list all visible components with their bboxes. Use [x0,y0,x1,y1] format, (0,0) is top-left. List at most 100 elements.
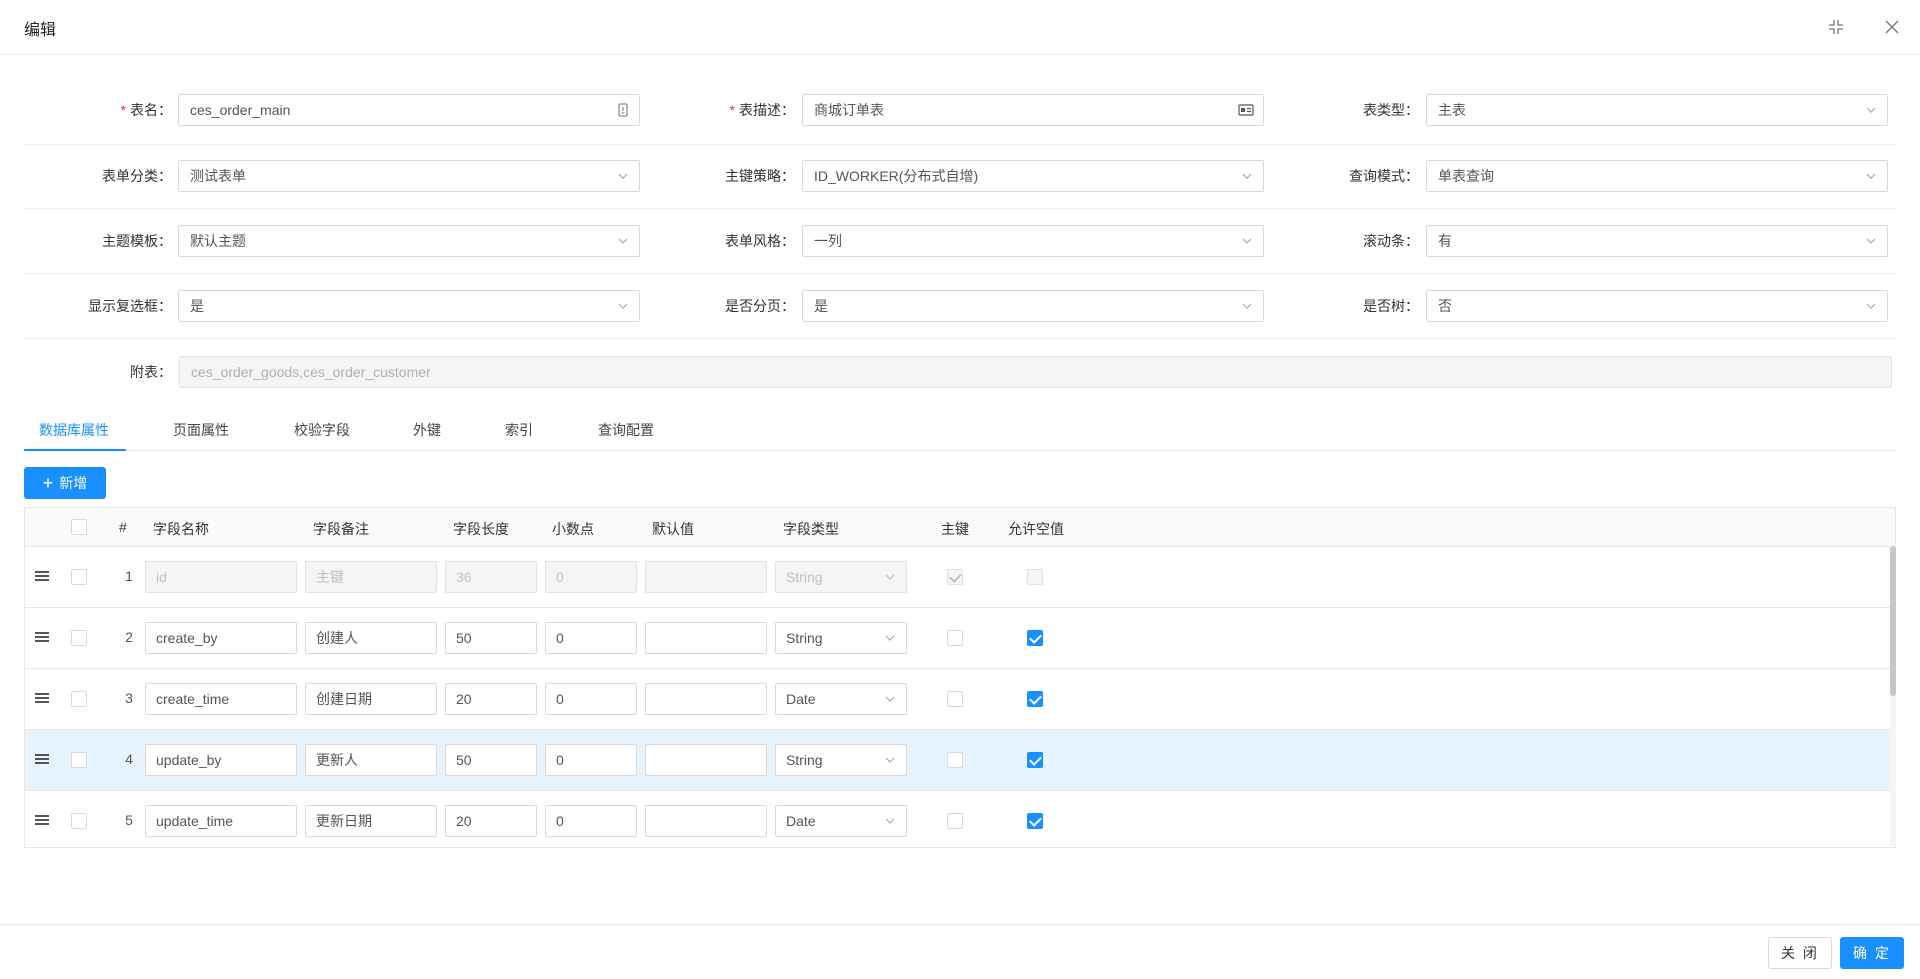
field-length-input[interactable]: 20 [445,805,537,837]
field-type-select[interactable]: Date [775,805,907,837]
confirm-button[interactable]: 确 定 [1840,937,1904,969]
pk-checkbox[interactable] [947,813,963,829]
field-name-input[interactable]: update_time [145,805,297,837]
decimal-input[interactable]: 0 [545,805,637,837]
chevron-down-icon [1242,303,1252,309]
form-row-2: 表单分类： 测试表单 主键策略： ID_WORKER(分布式自增) 查询模式： … [24,144,1896,209]
pk-checkbox[interactable] [947,752,963,768]
chevron-down-icon [885,818,895,824]
table-row: 2 create_by 创建人 50 0 String [25,608,1891,669]
is-tree-select[interactable]: 否 [1426,290,1888,322]
chevron-down-icon [1866,303,1876,309]
drag-handle-icon[interactable] [35,571,49,583]
add-button[interactable]: + 新增 [24,467,106,499]
drag-handle-icon[interactable] [35,754,49,766]
nullable-checkbox[interactable] [1027,630,1043,646]
table-row: 3 create_time 创建日期 20 0 Date [25,669,1891,730]
modal-header: 编辑 [0,0,1920,55]
nullable-checkbox[interactable] [1027,752,1043,768]
tab-page-properties[interactable]: 页面属性 [173,420,229,440]
drag-handle-icon[interactable] [35,632,49,644]
row-checkbox[interactable] [71,752,87,768]
field-type-select[interactable]: String [775,622,907,654]
table-type-select[interactable]: 主表 [1426,94,1888,126]
nullable-checkbox[interactable] [1027,569,1043,585]
text-field-icon [618,103,628,117]
chevron-down-icon [1866,107,1876,113]
table-desc-input[interactable]: 商城订单表 [802,94,1264,126]
close-button[interactable]: 关 闭 [1768,937,1832,969]
field-type-select[interactable]: Date [775,683,907,715]
default-value-input[interactable] [645,805,767,837]
fields-table: # 字段名称 字段备注 字段长度 小数点 默认值 字段类型 主键 允许空值 1 … [24,507,1896,848]
select-all-checkbox[interactable] [71,519,87,535]
field-name-input[interactable]: create_time [145,683,297,715]
close-icon[interactable] [1881,16,1903,38]
field-comment-input[interactable]: 主键 [305,561,437,593]
form-category-select[interactable]: 测试表单 [178,160,640,192]
field-comment-input[interactable]: 更新人 [305,744,437,776]
row-checkbox[interactable] [71,691,87,707]
pk-checkbox[interactable] [947,691,963,707]
form-row-5: 附表： ces_order_goods,ces_order_customer [24,339,1896,404]
decimal-input[interactable]: 0 [545,561,637,593]
modal-footer: 关 闭 确 定 [0,924,1920,979]
field-length-input[interactable]: 20 [445,683,537,715]
field-type-select[interactable]: String [775,744,907,776]
nullable-checkbox[interactable] [1027,813,1043,829]
decimal-input[interactable]: 0 [545,683,637,715]
field-name-input[interactable]: update_by [145,744,297,776]
table-scrollbar-thumb[interactable] [1890,546,1896,696]
theme-template-select[interactable]: 默认主题 [178,225,640,257]
decimal-input[interactable]: 0 [545,622,637,654]
query-mode-select[interactable]: 单表查询 [1426,160,1888,192]
tab-indexes[interactable]: 索引 [505,420,533,440]
default-value-input[interactable] [645,683,767,715]
field-name-input[interactable]: id [145,561,297,593]
chevron-down-icon [1242,173,1252,179]
chevron-down-icon [885,635,895,641]
field-name-input[interactable]: create_by [145,622,297,654]
form-style-select[interactable]: 一列 [802,225,1264,257]
field-type-select[interactable]: String [775,561,907,593]
field-length-input[interactable]: 50 [445,744,537,776]
tab-bar: 数据库属性 页面属性 校验字段 外键 索引 查询配置 [24,410,1896,451]
row-checkbox[interactable] [71,813,87,829]
chevron-down-icon [885,696,895,702]
drag-handle-icon[interactable] [35,815,49,827]
default-value-input[interactable] [645,561,767,593]
chevron-down-icon [885,757,895,763]
scrollbar-select[interactable]: 有 [1426,225,1888,257]
pagination-select[interactable]: 是 [802,290,1264,322]
field-length-input[interactable]: 50 [445,622,537,654]
pk-checkbox[interactable] [947,569,963,585]
tab-validation-fields[interactable]: 校验字段 [294,420,350,440]
form-row-4: 显示复选框： 是 是否分页： 是 是否树： 否 [24,274,1896,339]
nullable-checkbox[interactable] [1027,691,1043,707]
fullscreen-exit-icon[interactable] [1825,16,1847,38]
tab-db-properties[interactable]: 数据库属性 [39,420,109,440]
chevron-down-icon [1242,238,1252,244]
tab-foreign-keys[interactable]: 外键 [413,420,441,440]
table-name-input[interactable]: ces_order_main [178,94,640,126]
default-value-input[interactable] [645,622,767,654]
pk-strategy-select[interactable]: ID_WORKER(分布式自增) [802,160,1264,192]
field-comment-input[interactable]: 创建日期 [305,683,437,715]
pk-checkbox[interactable] [947,630,963,646]
id-card-icon [1238,104,1254,116]
chevron-down-icon [618,303,628,309]
tab-query-config[interactable]: 查询配置 [598,420,654,440]
default-value-input[interactable] [645,744,767,776]
row-checkbox[interactable] [71,630,87,646]
show-checkbox-select[interactable]: 是 [178,290,640,322]
row-checkbox[interactable] [71,569,87,585]
table-row: 4 update_by 更新人 50 0 String [25,730,1891,791]
tab-active-indicator [24,449,126,451]
drag-handle-icon[interactable] [35,693,49,705]
chevron-down-icon [885,574,895,580]
field-comment-input[interactable]: 创建人 [305,622,437,654]
field-length-input[interactable]: 36 [445,561,537,593]
sub-tables-input[interactable]: ces_order_goods,ces_order_customer [179,356,1892,388]
decimal-input[interactable]: 0 [545,744,637,776]
field-comment-input[interactable]: 更新日期 [305,805,437,837]
